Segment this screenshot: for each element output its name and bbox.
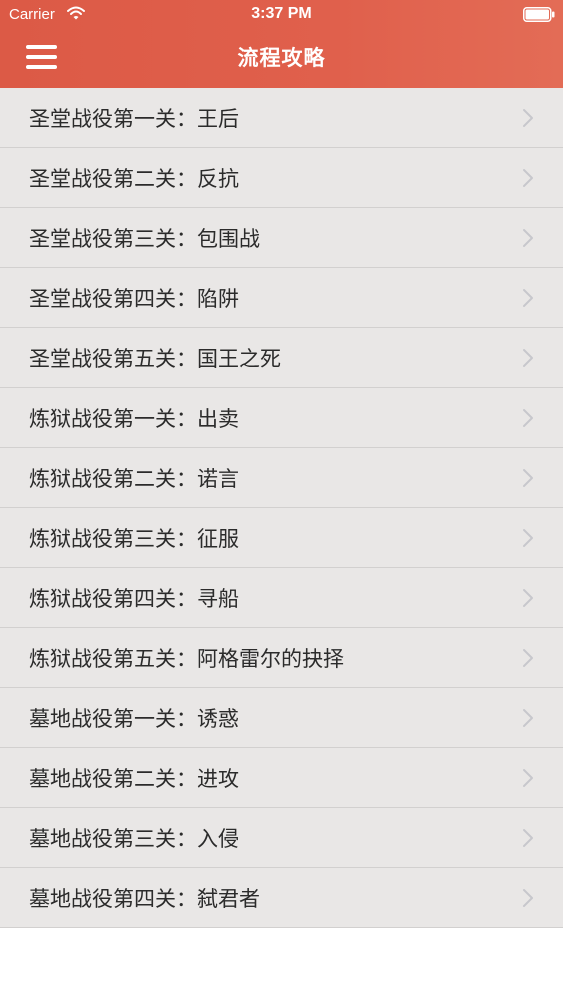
- chevron-right-icon: [523, 109, 533, 127]
- list-item-label: 墓地战役第四关：弑君者: [29, 887, 260, 911]
- list-item[interactable]: 圣堂战役第三关：包围战: [0, 208, 563, 268]
- list-item[interactable]: 圣堂战役第四关：陷阱: [0, 268, 563, 328]
- list-item-label: 炼狱战役第五关：阿格雷尔的抉择: [29, 647, 344, 671]
- list-item[interactable]: 炼狱战役第二关：诺言: [0, 448, 563, 508]
- list-item-label: 炼狱战役第一关：出卖: [29, 407, 239, 431]
- list-item[interactable]: 炼狱战役第三关：征服: [0, 508, 563, 568]
- navigation-bar: 流程攻略: [0, 30, 563, 88]
- chevron-right-icon: [523, 589, 533, 607]
- list-item-label: 圣堂战役第四关：陷阱: [29, 287, 239, 311]
- list-item-label: 圣堂战役第一关：王后: [29, 107, 239, 131]
- menu-button[interactable]: [20, 40, 62, 74]
- page-title: 流程攻略: [237, 46, 326, 70]
- list-item-label: 炼狱战役第四关：寻船: [29, 587, 239, 611]
- app-screen: Carrier 3:37 PM 流程攻略 圣堂战役第一关：王后 圣堂战役第二关：…: [0, 0, 563, 1000]
- list-item-label: 圣堂战役第五关：国王之死: [29, 347, 281, 371]
- list-item[interactable]: 墓地战役第三关：入侵: [0, 808, 563, 868]
- list-item-label: 墓地战役第二关：进攻: [29, 767, 239, 791]
- chevron-right-icon: [523, 469, 533, 487]
- chevron-right-icon: [523, 229, 533, 247]
- level-list: 圣堂战役第一关：王后 圣堂战役第二关：反抗 圣堂战役第三关：包围战 圣堂战役第四关：陷…: [0, 88, 563, 928]
- empty-footer: [0, 932, 563, 1000]
- chevron-right-icon: [523, 889, 533, 907]
- list-item-label: 炼狱战役第二关：诺言: [29, 467, 239, 491]
- clock: 3:37 PM: [251, 5, 312, 22]
- status-bar: Carrier 3:37 PM: [0, 0, 563, 30]
- list-item[interactable]: 墓地战役第二关：进攻: [0, 748, 563, 808]
- list-item[interactable]: 墓地战役第一关：诱惑: [0, 688, 563, 748]
- list-item[interactable]: 圣堂战役第二关：反抗: [0, 148, 563, 208]
- list-item-label: 墓地战役第一关：诱惑: [29, 707, 239, 731]
- chevron-right-icon: [523, 409, 533, 427]
- list-item[interactable]: 圣堂战役第五关：国王之死: [0, 328, 563, 388]
- header: Carrier 3:37 PM 流程攻略: [0, 0, 563, 88]
- chevron-right-icon: [523, 829, 533, 847]
- list-item-label: 炼狱战役第三关：征服: [29, 527, 239, 551]
- chevron-right-icon: [523, 709, 533, 727]
- list-item-label: 圣堂战役第二关：反抗: [29, 167, 239, 191]
- list-item[interactable]: 炼狱战役第一关：出卖: [0, 388, 563, 448]
- hamburger-menu-icon: [26, 45, 57, 69]
- list-item-label: 圣堂战役第三关：包围战: [29, 227, 260, 251]
- chevron-right-icon: [523, 169, 533, 187]
- list-item[interactable]: 墓地战役第四关：弑君者: [0, 868, 563, 928]
- battery-icon: [523, 7, 555, 26]
- list-item-label: 墓地战役第三关：入侵: [29, 827, 239, 851]
- chevron-right-icon: [523, 649, 533, 667]
- chevron-right-icon: [523, 289, 533, 307]
- chevron-right-icon: [523, 349, 533, 367]
- chevron-right-icon: [523, 769, 533, 787]
- list-item[interactable]: 炼狱战役第五关：阿格雷尔的抉择: [0, 628, 563, 688]
- chevron-right-icon: [523, 529, 533, 547]
- list-item[interactable]: 炼狱战役第四关：寻船: [0, 568, 563, 628]
- list-item[interactable]: 圣堂战役第一关：王后: [0, 88, 563, 148]
